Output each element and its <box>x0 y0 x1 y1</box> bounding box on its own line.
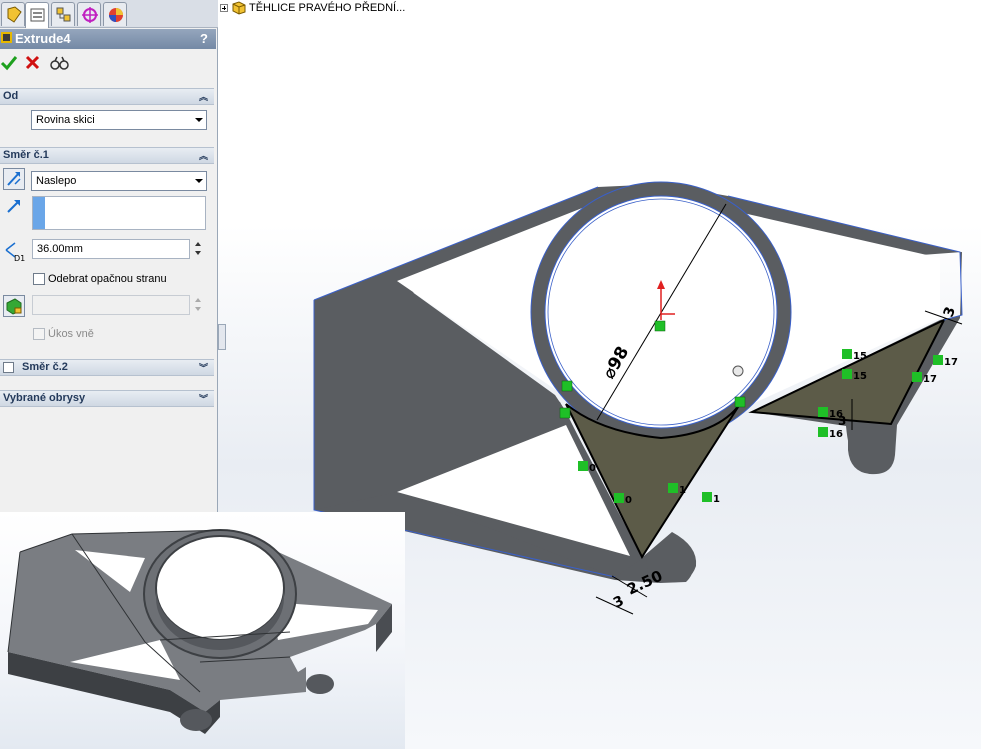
depth-value: 36.00mm <box>37 243 83 255</box>
part-icon <box>232 1 246 15</box>
expand-down-icon[interactable]: ︾ <box>199 392 208 407</box>
collapse-up-icon[interactable]: ︽ <box>199 149 208 164</box>
draft-angle-spinner[interactable] <box>193 295 205 315</box>
feature-tree-root-label[interactable]: TĚHLICE PRAVÉHO PŘEDNÍ... <box>249 2 405 14</box>
direction2-checkbox[interactable] <box>3 362 14 373</box>
feature-manager-tab[interactable] <box>1 2 25 26</box>
feature-tree-root[interactable]: TĚHLICE PRAVÉHO PŘEDNÍ... <box>220 1 405 15</box>
extrude-feature-icon <box>1 32 12 43</box>
relation-label: 16 <box>829 429 843 440</box>
relation-label: 0 <box>625 495 632 506</box>
relation-tag[interactable] <box>842 349 852 359</box>
from-group-header[interactable]: Od ︽ <box>0 88 214 105</box>
depth-label: D1 <box>14 254 25 262</box>
feature-title-bar: Extrude4 ? <box>0 29 216 49</box>
property-manager-tab[interactable] <box>25 2 49 28</box>
ok-icon[interactable] <box>0 54 20 74</box>
configuration-manager-tab[interactable] <box>51 2 75 26</box>
depth-spinner[interactable] <box>193 239 205 259</box>
panel-collapse-handle[interactable] <box>218 324 226 350</box>
relation-tag[interactable] <box>561 380 573 392</box>
flip-side-label: Odebrat opačnou stranu <box>48 273 167 285</box>
relation-tag[interactable] <box>654 320 666 332</box>
preview-icon[interactable] <box>50 54 70 74</box>
selected-contours-title: Vybrané obrysy <box>3 392 86 404</box>
dimxpert-icon <box>82 7 98 23</box>
relation-label: 16 <box>829 409 843 420</box>
relation-tag[interactable] <box>818 407 828 417</box>
end-condition-select[interactable]: Naslepo <box>31 171 207 191</box>
relation-tag[interactable] <box>842 369 852 379</box>
collapse-up-icon[interactable]: ︽ <box>199 90 208 105</box>
preview-lug-right <box>306 674 334 694</box>
help-button[interactable]: ? <box>200 29 208 49</box>
direction-vector-icon <box>7 200 20 213</box>
tree-expander-icon[interactable] <box>220 4 228 12</box>
expand-down-icon[interactable]: ︾ <box>199 361 208 376</box>
part-preview-image <box>0 512 405 749</box>
direction1-group-title: Směr č.1 <box>3 149 49 161</box>
selection-indicator <box>33 197 45 229</box>
dimxpert-tab[interactable] <box>77 2 101 26</box>
relation-label: 17 <box>944 357 958 368</box>
relation-label: 1 <box>679 485 686 496</box>
property-manager-icon <box>30 8 45 22</box>
relation-tag[interactable] <box>559 407 571 419</box>
reverse-direction-icon[interactable] <box>3 168 25 190</box>
relation-tag[interactable] <box>933 355 943 365</box>
relation-tag[interactable] <box>912 372 922 382</box>
relation-label: 15 <box>853 371 867 382</box>
depth-icon: D1 <box>5 242 25 262</box>
draft-toggle-icon[interactable] <box>3 295 25 317</box>
relation-tag[interactable] <box>818 427 828 437</box>
part-preview-3d <box>7 529 392 734</box>
direction-selection-box[interactable] <box>32 196 206 230</box>
relation-label: 15 <box>853 351 867 362</box>
relation-label: 17 <box>923 374 937 385</box>
direction2-group-header[interactable]: Směr č.2 ︾ <box>0 359 214 376</box>
preview-ring-inner <box>155 535 285 641</box>
relation-tag[interactable] <box>734 396 746 408</box>
relation-label: 0 <box>589 463 596 474</box>
relation-label: 1 <box>713 494 720 505</box>
flip-side-checkbox[interactable] <box>33 273 45 285</box>
draft-outward-checkbox[interactable] <box>33 328 45 340</box>
small-dimension-left[interactable]: 3 <box>611 593 627 612</box>
configuration-manager-icon <box>56 7 71 22</box>
relation-tag[interactable] <box>614 493 624 503</box>
action-buttons <box>0 54 216 76</box>
relation-tag[interactable] <box>668 483 678 493</box>
relation-tag[interactable] <box>702 492 712 502</box>
end-condition-value: Naslepo <box>36 175 77 187</box>
draft-angle-input[interactable] <box>32 295 190 315</box>
display-manager-tab[interactable] <box>103 2 127 26</box>
direction2-group-title: Směr č.2 <box>22 361 68 373</box>
display-manager-icon <box>109 8 123 22</box>
start-condition-select[interactable]: Rovina skici <box>31 110 207 130</box>
center-point-marker <box>732 365 744 377</box>
from-group-title: Od <box>3 90 19 102</box>
selected-contours-group-header[interactable]: Vybrané obrysy ︾ <box>0 390 214 407</box>
draft-outward-label: Úkos vně <box>48 328 94 340</box>
relation-tag[interactable] <box>578 461 588 471</box>
manager-tabs <box>0 0 218 28</box>
chevron-down-icon <box>195 118 203 122</box>
lug-right[interactable] <box>848 426 896 474</box>
direction1-group-header[interactable]: Směr č.1 ︽ <box>0 147 214 164</box>
start-condition-value: Rovina skici <box>36 114 95 126</box>
feature-manager-icon <box>7 6 22 23</box>
feature-title: Extrude4 <box>15 31 71 46</box>
depth-input[interactable]: 36.00mm <box>32 239 190 259</box>
property-manager-panel: Extrude4 ? Od ︽ Rovina skici Směr č.1 ︽ … <box>0 0 218 512</box>
preview-lug-left <box>180 709 212 731</box>
chevron-down-icon <box>195 179 203 183</box>
cancel-icon[interactable] <box>24 54 44 74</box>
